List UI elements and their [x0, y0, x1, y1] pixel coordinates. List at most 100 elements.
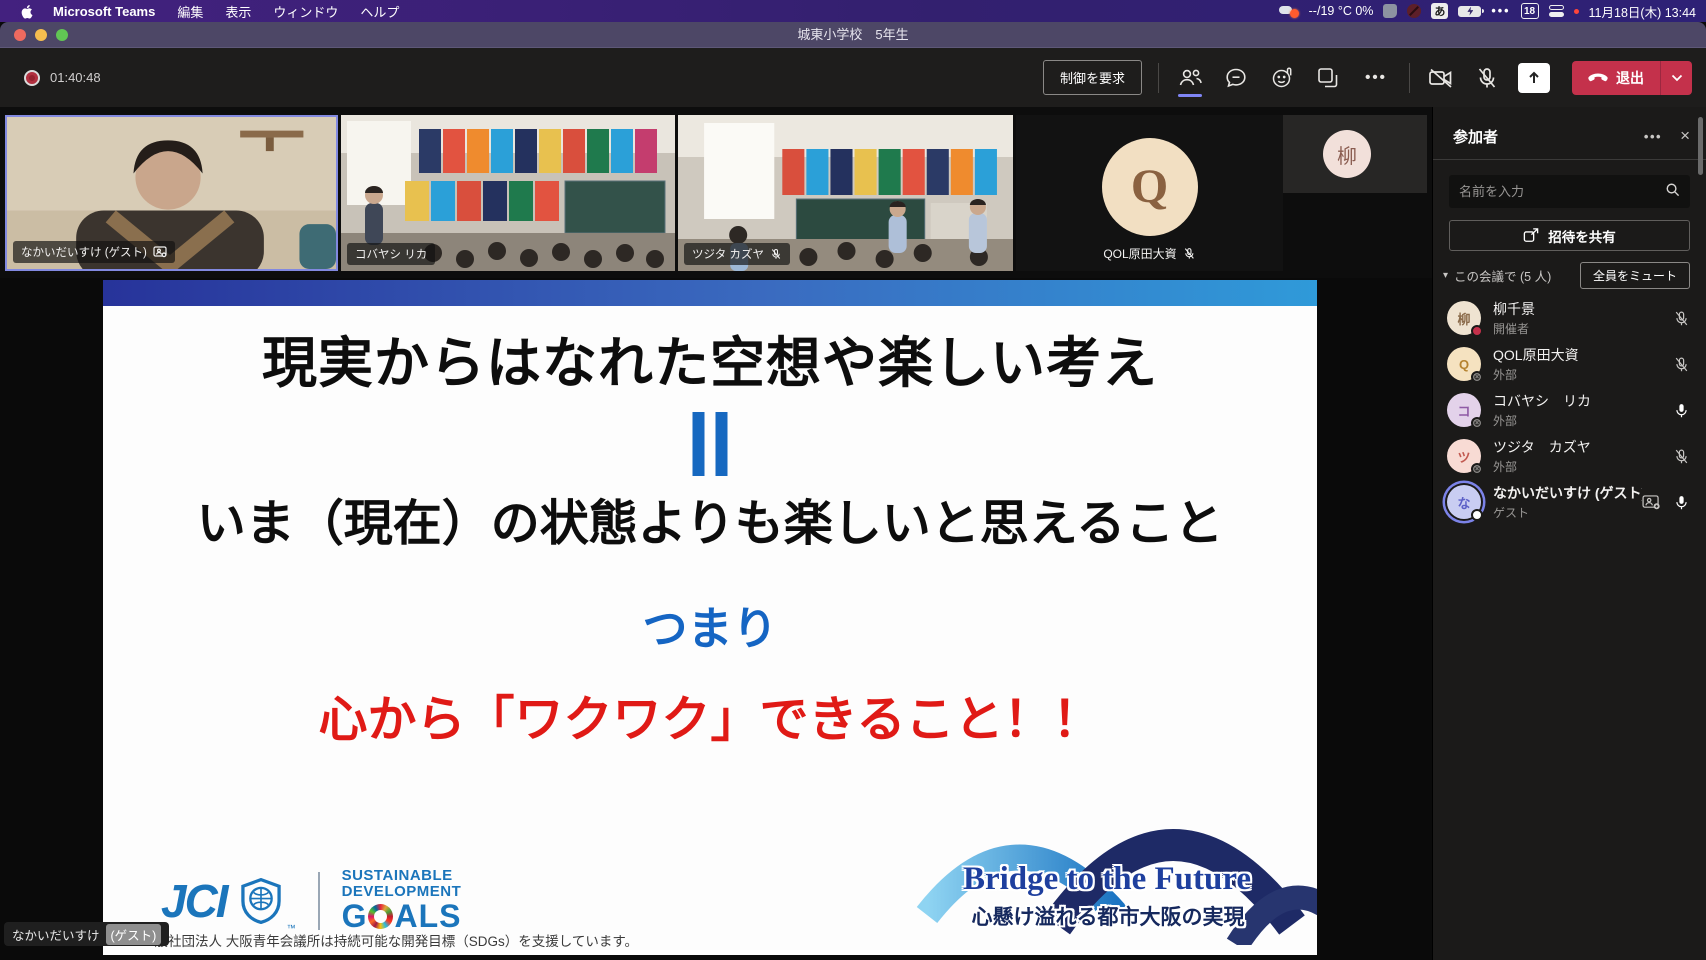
video-tile-nakai[interactable]: なかいだいすけ (ゲスト) [5, 115, 338, 271]
mic-on-icon[interactable] [1673, 402, 1690, 419]
evernote-icon[interactable] [1383, 4, 1397, 18]
avatar-initial: 柳 [1457, 309, 1470, 328]
control-center-icon[interactable] [1549, 5, 1564, 17]
panel-title: 参加者 [1453, 126, 1644, 147]
video-tile-kobayashi[interactable]: コバヤシ リカ [341, 115, 675, 271]
avatar: コ × [1447, 393, 1481, 427]
presence-available-icon [1471, 509, 1483, 521]
menu-window[interactable]: ウィンドウ [273, 2, 338, 21]
participant-row[interactable]: な なかいだいすけ (ゲスト) ゲスト [1433, 479, 1706, 525]
leave-options-chevron[interactable] [1660, 61, 1692, 95]
more-actions-icon[interactable]: ••• [1359, 69, 1393, 86]
participant-row[interactable]: ツ × ツジタ カズヤ 外部 [1433, 433, 1706, 479]
screen-share-stage: 現実からはなれた空想や楽しい考え いま（現在）の状態よりも楽しいと思えること つ… [0, 278, 1432, 960]
panel-close-icon[interactable]: × [1680, 126, 1690, 146]
sdg-goals-g: G [342, 900, 368, 934]
avatar: ツ × [1447, 439, 1481, 473]
presence-external-icon: × [1471, 463, 1483, 475]
battery-icon[interactable] [1458, 6, 1481, 17]
menubar-more-icon[interactable]: ••• [1491, 4, 1510, 18]
panel-more-icon[interactable]: ••• [1644, 129, 1662, 144]
menu-edit[interactable]: 編集 [177, 2, 203, 21]
panel-divider [1433, 159, 1706, 160]
video-tile-yanagi[interactable]: 柳 [1283, 115, 1427, 193]
presenter-name: なかいだいすけ [12, 925, 100, 944]
leave-button[interactable]: 退出 [1572, 61, 1692, 95]
request-control-button[interactable]: 制御を要求 [1043, 60, 1142, 95]
meeting-toolbar: 01:40:48 制御を要求 [0, 48, 1706, 107]
avatar: Q [1102, 138, 1198, 236]
video-strip: なかいだいすけ (ゲスト) [0, 107, 1432, 278]
participants-icon[interactable] [1175, 59, 1205, 97]
participant-search[interactable] [1449, 175, 1690, 208]
search-input[interactable] [1449, 184, 1665, 199]
slide-footnote: 一般社団法人 大阪青年会議所は持続可能な開発目標（SDGs）を支援しています。 [141, 930, 638, 950]
tile-name-tag: ツジタ カズヤ [684, 243, 790, 265]
chat-icon[interactable] [1221, 59, 1251, 97]
toolbar-separator [1409, 63, 1410, 93]
participant-role: 開催者 [1493, 320, 1673, 337]
sdg-color-wheel-icon [368, 904, 393, 929]
menubar-clock[interactable]: 11月18日(木) 13:44 [1589, 2, 1696, 21]
avatar-initial: Q [1459, 357, 1469, 372]
mic-off-icon[interactable] [1673, 356, 1690, 373]
menu-help[interactable]: ヘルプ [360, 2, 399, 21]
hangup-icon [1588, 73, 1608, 83]
participant-row[interactable]: Q × QOL原田大資 外部 [1433, 341, 1706, 387]
teams-meeting-window: Microsoft Teams 編集 表示 ウィンドウ ヘルプ --/19 °C… [0, 0, 1706, 960]
avatar: な [1447, 485, 1481, 519]
presenting-icon [153, 246, 167, 258]
camera-off-icon[interactable] [1426, 59, 1456, 97]
menu-view[interactable]: 表示 [225, 2, 251, 21]
slide-header-bar [103, 280, 1317, 306]
section-caret-icon[interactable]: ▾ [1443, 270, 1448, 281]
active-tab-underline [1178, 94, 1202, 97]
tile-participant-name: QOL原田大資 [1103, 245, 1176, 262]
video-tile-qol-harada[interactable]: Q QOL原田大資 [1016, 115, 1283, 271]
mic-off-icon[interactable] [1673, 310, 1690, 327]
menubar-app-name[interactable]: Microsoft Teams [53, 4, 155, 19]
participant-name: QOL原田大資 [1493, 345, 1673, 365]
slide-connector: つまり [103, 592, 1317, 657]
slide-highlight: 心から「ワクワク」できること！！ [103, 680, 1317, 751]
tile-name-tag: コバヤシ リカ [347, 243, 435, 265]
avatar-initial: コ [1457, 401, 1470, 420]
meeting-timer: 01:40:48 [50, 70, 101, 85]
search-icon[interactable] [1665, 182, 1680, 202]
shared-slide: 現実からはなれた空想や楽しい考え いま（現在）の状態よりも楽しいと思えること つ… [103, 280, 1317, 955]
panel-scrollbar[interactable] [1698, 117, 1703, 175]
participant-row[interactable]: 柳 柳千景 開催者 [1433, 295, 1706, 341]
apple-icon[interactable] [20, 4, 35, 19]
calendar-icon[interactable]: 18 [1521, 3, 1539, 19]
weather-icon[interactable] [1279, 4, 1299, 18]
participant-role: 外部 [1493, 366, 1673, 383]
mute-all-button[interactable]: 全員をミュート [1580, 262, 1690, 289]
breakout-rooms-icon[interactable] [1313, 59, 1343, 97]
mic-off-icon[interactable] [1472, 59, 1502, 97]
reactions-icon[interactable] [1267, 59, 1297, 97]
bridge-title: Bridge to the Future [917, 861, 1297, 898]
share-content-button[interactable] [1518, 63, 1550, 93]
jci-shield-icon [241, 878, 281, 924]
meeting-attendees-section[interactable]: ▾ この会議で (5 人) 全員をミュート [1443, 262, 1690, 288]
participant-row[interactable]: コ × コバヤシ リカ 外部 [1433, 387, 1706, 433]
toolbar-separator [1158, 63, 1159, 93]
sdg-goals-rest: ALS [394, 900, 461, 934]
bridge-subtitle: 心懸け溢れる都市大阪の実現 [923, 901, 1293, 931]
mic-off-icon[interactable] [1673, 448, 1690, 465]
ime-input-icon[interactable]: あ [1431, 3, 1448, 19]
weather-temp[interactable]: --/19 °C 0% [1309, 4, 1374, 18]
video-tile-tsujita[interactable]: ツジタ カズヤ [678, 115, 1013, 271]
tile-participant-name: ツジタ カズヤ [692, 246, 764, 262]
tile-name-tag: QOL原田大資 [1095, 242, 1203, 265]
logo-divider [318, 872, 320, 930]
mic-on-icon[interactable] [1673, 494, 1690, 511]
share-invite-button[interactable]: 招待を共有 [1449, 220, 1690, 251]
avatar-initial: ツ [1457, 447, 1470, 466]
do-not-disturb-icon[interactable] [1407, 4, 1421, 18]
slide-line2: いま（現在）の状態よりも楽しいと思えること [103, 484, 1317, 555]
participants-panel: 参加者 ••• × 招待を共有 ▾ この会議で (5 人) 全員をミュート 柳 [1432, 107, 1706, 960]
leave-button-main[interactable]: 退出 [1572, 61, 1660, 95]
mic-off-icon [1183, 247, 1196, 260]
notification-dot [1574, 9, 1579, 14]
